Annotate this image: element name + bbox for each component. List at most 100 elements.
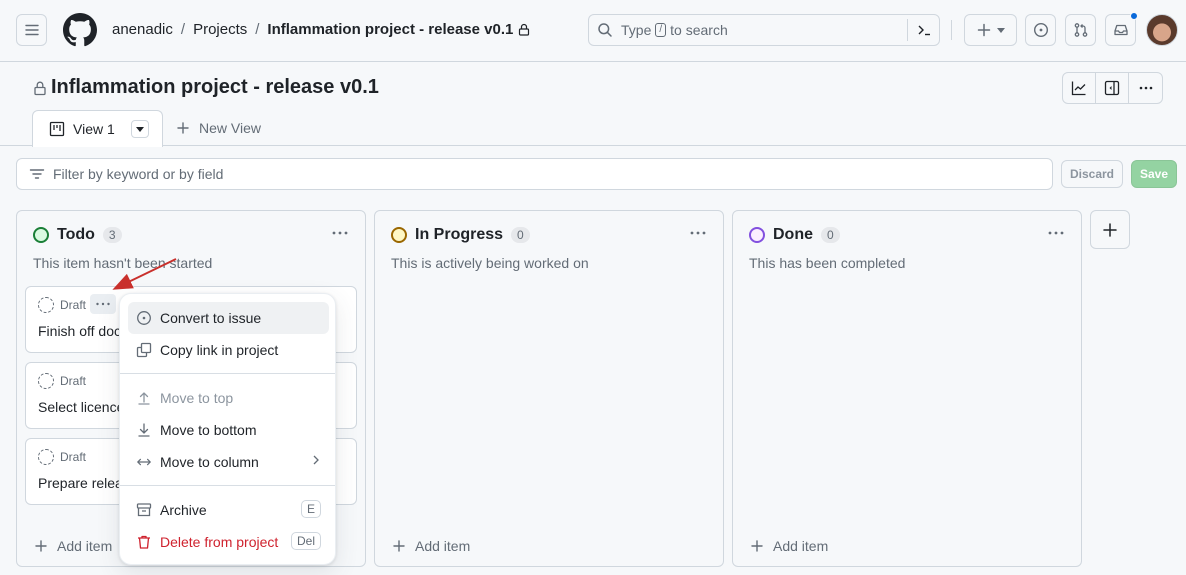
discard-button[interactable]: Discard [1061,160,1123,188]
sidebar-expand-icon [1104,80,1120,96]
column-name: Done [773,226,813,243]
menu-item-label: Delete from project [160,534,279,550]
breadcrumb-owner[interactable]: anenadic [112,21,173,38]
menu-item-label: Copy link in project [160,342,279,358]
plus-icon [393,540,405,552]
plus-icon [177,122,189,134]
card-title[interactable]: Select licence [38,399,124,415]
archive-icon [136,503,152,517]
draft-issue-icon [38,449,54,465]
project-title: Inflammation project - release v0.1 [33,76,379,99]
arrow-down-icon [138,423,150,437]
breadcrumb-current[interactable]: Inflammation project - release v0.1 [267,21,513,38]
user-avatar[interactable] [1146,14,1178,46]
menu-button[interactable] [16,14,47,46]
column-description: This is actively being worked on [391,255,589,271]
breadcrumb-projects[interactable]: Projects [193,21,247,38]
plus-icon [35,540,47,552]
menu-item-move-to-column[interactable]: Move to column [128,446,329,478]
column-header: Todo 3 [33,226,122,244]
command-palette-button[interactable] [907,19,939,41]
insights-button[interactable] [1063,73,1096,103]
draft-issue-icon [38,373,54,389]
git-pull-request-icon [1074,23,1087,37]
hamburger-icon [24,24,39,36]
search-shortcut-key: / [655,23,667,37]
column-count: 3 [102,227,122,243]
header-divider [951,20,952,40]
tab-view-1[interactable]: View 1 [32,110,163,147]
project-more-button[interactable] [1129,73,1162,103]
kebab-horizontal-icon [1048,231,1064,235]
save-button[interactable]: Save [1131,160,1177,188]
kebab-horizontal-icon [1139,86,1152,90]
breadcrumb-separator: / [255,21,260,38]
draft-issue-icon [38,297,54,313]
menu-item-copy-link[interactable]: Copy link in project [128,334,329,366]
new-view-button[interactable]: New View [177,120,261,136]
new-view-label: New View [199,120,261,136]
menu-item-delete-from-project[interactable]: Delete from project Del [128,526,329,558]
search-icon [598,23,612,37]
project-actions [1062,72,1163,104]
menu-item-label: Move to top [160,390,234,406]
shortcut-key: Del [290,532,321,550]
view-options-button[interactable] [130,120,149,138]
column-more-button[interactable] [1047,223,1065,241]
graph-icon [1071,81,1086,96]
terminal-icon [918,25,930,36]
add-column-button[interactable] [1090,210,1130,249]
kebab-horizontal-icon [332,231,348,235]
menu-item-label: Archive [160,502,207,518]
breadcrumb-separator: / [180,21,186,38]
column-count: 0 [511,227,530,243]
lock-icon [34,81,46,95]
issues-button[interactable] [1025,14,1056,46]
add-item-button[interactable]: Add item [35,538,112,554]
menu-divider [120,373,335,374]
filter-input[interactable]: Filter by keyword or by field [16,158,1053,190]
triangle-down-icon [135,126,144,132]
card-type: Draft [60,374,87,388]
kebab-horizontal-icon [690,231,706,235]
search-input[interactable]: Type / to search [588,14,940,46]
status-circle-icon [749,227,765,243]
column-name: Todo [57,226,95,243]
menu-divider [120,485,335,486]
menu-item-move-to-top[interactable]: Move to top [128,382,329,414]
column-header: Done 0 [749,226,840,244]
add-item-button[interactable]: Add item [751,538,828,554]
menu-item-label: Convert to issue [160,310,262,326]
search-prefix: Type [621,22,652,38]
filter-placeholder: Filter by keyword or by field [53,166,224,182]
card-context-menu: Convert to issue Copy link in project Mo… [119,293,336,565]
column-description: This has been completed [749,255,906,271]
board-column-done: Done 0 This has been completed Add item [732,210,1082,567]
github-logo-icon[interactable] [63,13,97,47]
menu-item-archive[interactable]: Archive E [128,494,329,526]
column-more-button[interactable] [689,223,707,241]
side-panel-button[interactable] [1096,73,1129,103]
column-description: This item hasn't been started [33,255,213,271]
menu-item-move-to-bottom[interactable]: Move to bottom [128,414,329,446]
tab-label: View 1 [73,121,115,137]
menu-item-convert-to-issue[interactable]: Convert to issue [128,302,329,334]
triangle-down-icon [996,27,1005,33]
chevron-right-icon [313,455,319,465]
issue-opened-icon [1033,22,1048,38]
kebab-horizontal-icon [96,302,110,306]
pull-requests-button[interactable] [1065,14,1096,46]
column-more-button[interactable] [331,223,349,241]
create-new-button[interactable] [964,14,1017,46]
add-item-button[interactable]: Add item [393,538,470,554]
column-count: 0 [821,227,840,243]
card-more-button[interactable] [90,294,116,314]
status-circle-icon [33,227,49,243]
card-type: Draft [60,450,87,464]
draft-label: Draft [38,449,86,465]
column-name: In Progress [415,226,504,243]
add-item-label: Add item [415,538,471,554]
table-board-icon [49,121,65,137]
project-header: Inflammation project - release v0.1 View… [0,62,1186,147]
board-column-in-progress: In Progress 0 This is actively being wor… [374,210,724,567]
